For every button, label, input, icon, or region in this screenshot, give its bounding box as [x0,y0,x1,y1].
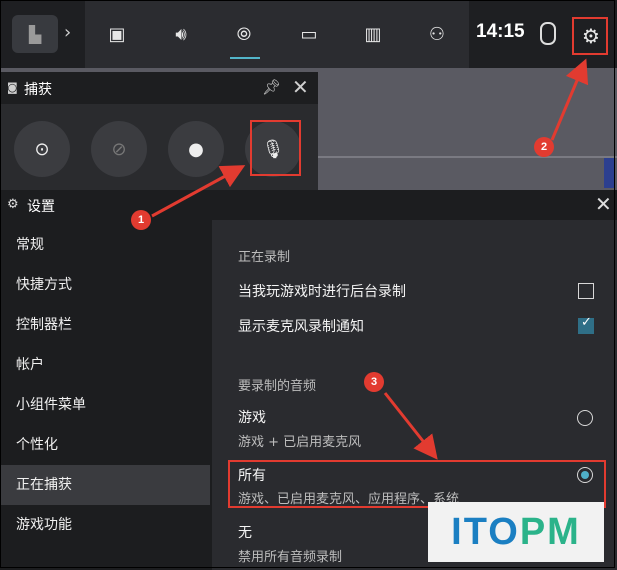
image-border [0,0,615,568]
